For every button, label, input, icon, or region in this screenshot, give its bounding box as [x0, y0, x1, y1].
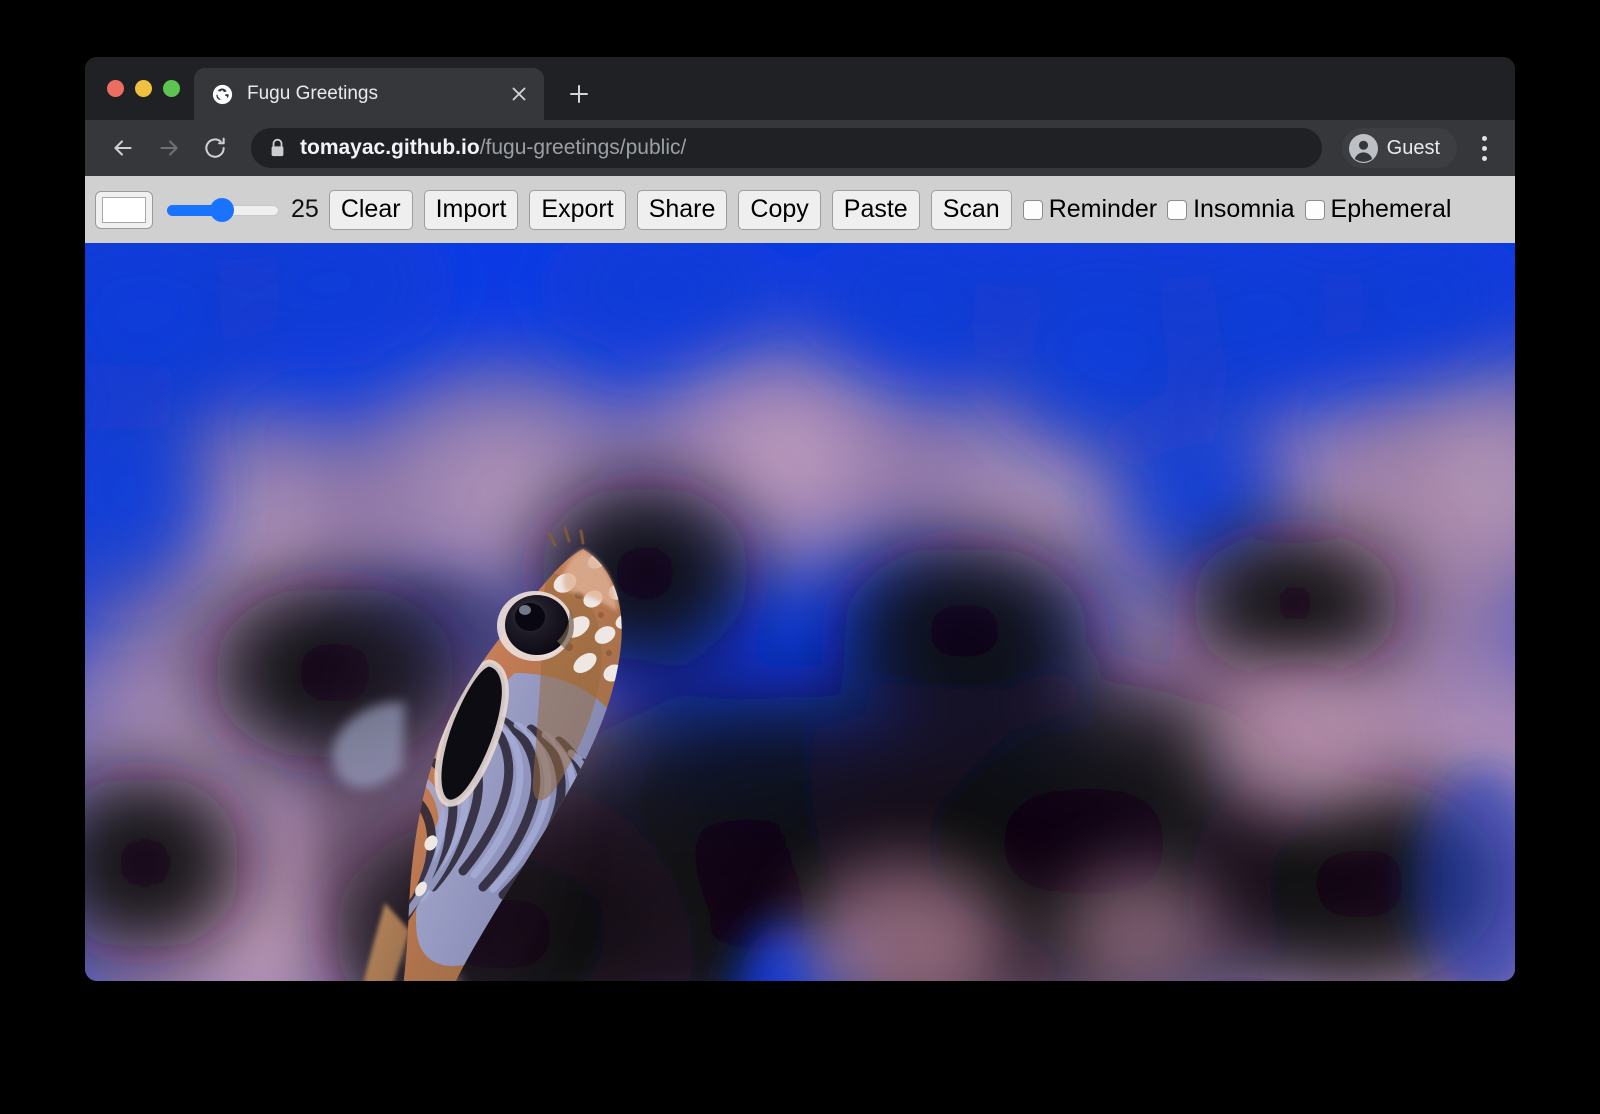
color-picker-input[interactable]: [95, 191, 153, 229]
copy-button[interactable]: Copy: [738, 190, 820, 230]
plus-icon: [567, 82, 591, 106]
insomnia-label: Insomnia: [1193, 195, 1294, 224]
browser-menu-button[interactable]: [1467, 128, 1501, 168]
export-button[interactable]: Export: [529, 190, 625, 230]
close-icon: [510, 85, 528, 103]
minimize-window-button[interactable]: [135, 80, 152, 97]
scan-button[interactable]: Scan: [931, 190, 1012, 230]
color-swatch-preview: [102, 197, 146, 223]
browser-nav-bar: tomayac.github.io/fugu-greetings/public/…: [85, 120, 1515, 176]
url-text: tomayac.github.io/fugu-greetings/public/: [300, 136, 686, 160]
import-button[interactable]: Import: [424, 190, 519, 230]
page-content: 25 Clear Import Export Share Copy Paste …: [85, 176, 1515, 981]
reminder-checkbox[interactable]: [1023, 200, 1043, 220]
ephemeral-checkbox[interactable]: [1305, 200, 1325, 220]
tab-title: Fugu Greetings: [247, 83, 492, 105]
reload-icon: [202, 135, 228, 161]
paste-button[interactable]: Paste: [832, 190, 920, 230]
insomnia-checkbox[interactable]: [1167, 200, 1187, 220]
address-bar[interactable]: tomayac.github.io/fugu-greetings/public/: [251, 128, 1322, 168]
tab-strip: Fugu Greetings: [85, 57, 1515, 120]
forward-arrow-icon: [156, 135, 182, 161]
app-toolbar: 25 Clear Import Export Share Copy Paste …: [85, 176, 1515, 243]
pufferfish-photo: [85, 243, 1515, 981]
profile-chip[interactable]: Guest: [1342, 128, 1457, 168]
person-avatar-icon: [1349, 134, 1378, 163]
profile-name: Guest: [1387, 137, 1440, 160]
menu-dot: [1482, 136, 1487, 141]
reminder-checkbox-row[interactable]: Reminder: [1023, 195, 1157, 224]
drawing-canvas[interactable]: [85, 243, 1515, 981]
share-button[interactable]: Share: [637, 190, 728, 230]
slider-value-label: 25: [291, 195, 319, 224]
close-window-button[interactable]: [107, 80, 124, 97]
menu-dot: [1482, 146, 1487, 151]
slider-thumb[interactable]: [210, 198, 234, 222]
reminder-label: Reminder: [1049, 195, 1157, 224]
ephemeral-label: Ephemeral: [1331, 195, 1452, 224]
window-traffic-lights: [101, 57, 194, 120]
reload-button[interactable]: [195, 128, 235, 168]
back-arrow-icon: [110, 135, 136, 161]
clear-button[interactable]: Clear: [329, 190, 413, 230]
back-button[interactable]: [103, 128, 143, 168]
globe-icon: [212, 84, 233, 105]
ephemeral-checkbox-row[interactable]: Ephemeral: [1305, 195, 1452, 224]
lock-icon: [269, 138, 286, 158]
close-tab-button[interactable]: [506, 81, 532, 107]
browser-tab[interactable]: Fugu Greetings: [194, 68, 544, 120]
new-tab-button[interactable]: [558, 73, 600, 115]
menu-dot: [1482, 156, 1487, 161]
forward-button[interactable]: [149, 128, 189, 168]
url-path: /fugu-greetings/public/: [480, 136, 687, 159]
screen: Fugu Greetings: [0, 0, 1600, 1114]
url-host: tomayac.github.io: [300, 136, 480, 159]
insomnia-checkbox-row[interactable]: Insomnia: [1167, 195, 1294, 224]
zoom-window-button[interactable]: [163, 80, 180, 97]
browser-window: Fugu Greetings: [85, 57, 1515, 981]
pen-size-slider[interactable]: [167, 198, 279, 222]
